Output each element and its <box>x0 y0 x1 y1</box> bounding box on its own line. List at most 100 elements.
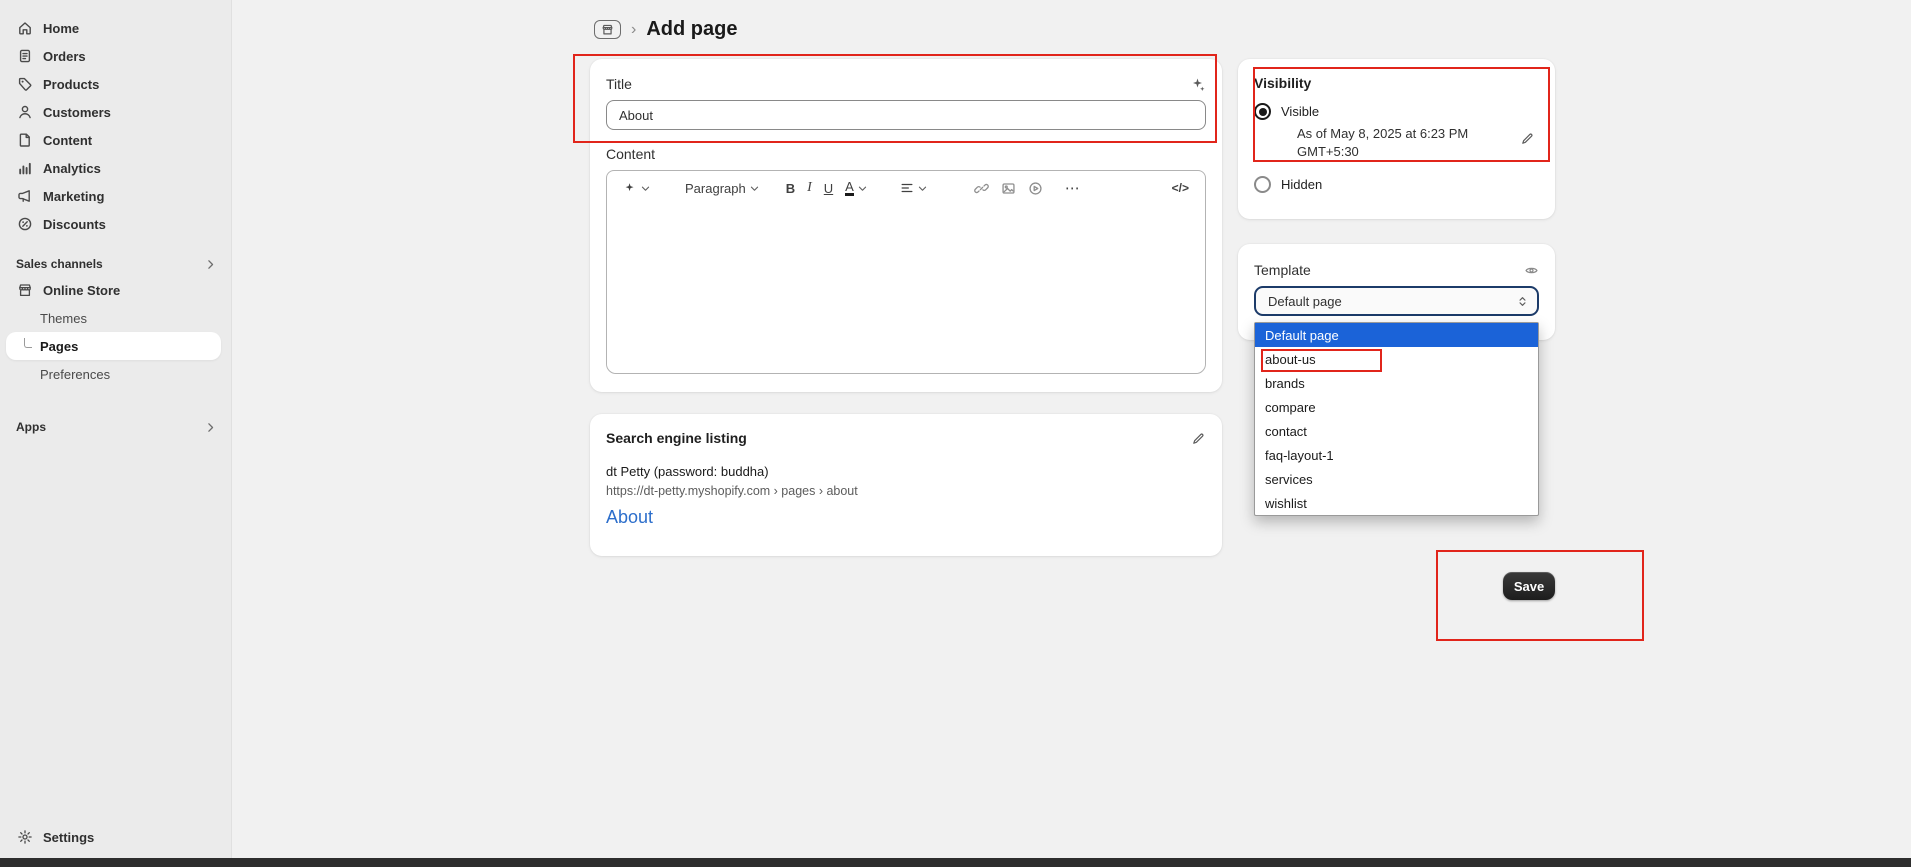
seo-page-title-link[interactable]: About <box>606 507 1206 528</box>
sidebar-item-analytics[interactable]: Analytics <box>0 154 231 182</box>
template-option-brands[interactable]: brands <box>1255 371 1538 395</box>
ai-assist-button[interactable] <box>617 175 657 201</box>
bold-button[interactable]: B <box>780 175 801 201</box>
content-field-label: Content <box>606 146 1206 162</box>
radio-label: Hidden <box>1281 177 1322 192</box>
sidebar-item-label: Orders <box>43 49 86 64</box>
chevron-down-icon <box>640 183 651 194</box>
content-textarea[interactable] <box>607 205 1205 373</box>
breadcrumb: › Add page <box>594 18 737 41</box>
template-option-faq-layout-1[interactable]: faq-layout-1 <box>1255 443 1538 467</box>
seo-url: https://dt-petty.myshopify.com › pages ›… <box>606 484 1206 498</box>
video-icon <box>1028 181 1043 196</box>
visibility-card: Visibility Visible As of May 8, 2025 at … <box>1238 59 1555 219</box>
breadcrumb-separator: › <box>631 21 636 39</box>
paragraph-style-dropdown[interactable]: Paragraph <box>679 175 766 201</box>
radio-unselected-icon[interactable] <box>1254 176 1271 193</box>
insert-link-button[interactable] <box>968 175 995 201</box>
template-option-services[interactable]: services <box>1255 467 1538 491</box>
radio-selected-icon[interactable] <box>1254 103 1271 120</box>
home-icon <box>16 20 33 36</box>
sidebar-item-customers[interactable]: Customers <box>0 98 231 126</box>
magic-sparkle-icon[interactable] <box>1190 76 1206 92</box>
italic-button[interactable]: I <box>801 175 818 201</box>
visibility-heading: Visibility <box>1254 75 1539 91</box>
sidebar-item-home[interactable]: Home <box>0 14 231 42</box>
visibility-option-visible[interactable]: Visible <box>1254 103 1539 120</box>
template-heading: Template <box>1254 262 1311 278</box>
eye-icon[interactable] <box>1524 263 1539 278</box>
sidebar-item-pages[interactable]: Pages <box>6 332 221 360</box>
underline-button[interactable]: U <box>818 175 839 201</box>
sidebar-item-settings[interactable]: Settings <box>0 823 231 851</box>
chevron-down-icon <box>917 183 928 194</box>
page-details-card: Title Content Paragraph B I U A <box>590 59 1222 392</box>
sidebar-item-label: Marketing <box>43 189 104 204</box>
title-input[interactable] <box>606 100 1206 130</box>
discounts-icon <box>16 216 33 232</box>
image-icon <box>1001 181 1016 196</box>
sidebar-item-products[interactable]: Products <box>0 70 231 98</box>
title-field-label: Title <box>606 76 632 92</box>
template-option-wishlist[interactable]: wishlist <box>1255 491 1538 515</box>
customers-icon <box>16 104 33 120</box>
show-html-button[interactable]: </> <box>1166 175 1195 201</box>
sidebar: Home Orders Products Customers Content A… <box>0 0 232 867</box>
more-options-button[interactable]: ⋯ <box>1059 175 1087 201</box>
online-store-chip-icon[interactable] <box>594 20 621 39</box>
insert-image-button[interactable] <box>995 175 1022 201</box>
save-button[interactable]: Save <box>1503 572 1555 600</box>
sidebar-item-discounts[interactable]: Discounts <box>0 210 231 238</box>
sidebar-item-label: Discounts <box>43 217 106 232</box>
text-color-label: A <box>845 180 854 196</box>
template-option-default-page[interactable]: Default page <box>1255 323 1538 347</box>
template-option-about-us[interactable]: about-us <box>1255 347 1538 371</box>
chevron-right-icon <box>204 258 217 271</box>
sidebar-item-marketing[interactable]: Marketing <box>0 182 231 210</box>
sidebar-item-label: Settings <box>43 830 94 845</box>
sidebar-item-online-store[interactable]: Online Store <box>0 276 231 304</box>
gear-icon <box>16 829 33 845</box>
sidebar-item-content[interactable]: Content <box>0 126 231 154</box>
marketing-icon <box>16 188 33 204</box>
select-updown-icon <box>1516 295 1529 308</box>
sidebar-item-label: Pages <box>40 339 78 354</box>
search-engine-listing-card: Search engine listing dt Petty (password… <box>590 414 1222 556</box>
visibility-date-line1: As of May 8, 2025 at 6:23 PM <box>1297 126 1539 142</box>
analytics-icon <box>16 160 33 176</box>
sidebar-item-label: Home <box>43 21 79 36</box>
align-left-icon <box>900 181 914 195</box>
seo-site-name: dt Petty (password: buddha) <box>606 464 1206 479</box>
insert-video-button[interactable] <box>1022 175 1049 201</box>
visibility-option-hidden[interactable]: Hidden <box>1254 176 1539 193</box>
sidebar-section-sales-channels[interactable]: Sales channels <box>0 252 231 276</box>
template-select[interactable]: Default page <box>1254 286 1539 316</box>
sidebar-section-apps[interactable]: Apps <box>0 415 231 439</box>
rich-text-editor: Paragraph B I U A <box>606 170 1206 374</box>
template-option-contact[interactable]: contact <box>1255 419 1538 443</box>
chevron-right-icon <box>204 421 217 434</box>
template-select-value: Default page <box>1268 294 1342 309</box>
editor-toolbar: Paragraph B I U A <box>607 171 1205 205</box>
products-icon <box>16 76 33 92</box>
edit-pencil-icon[interactable] <box>1191 431 1206 446</box>
sidebar-item-preferences[interactable]: Preferences <box>0 360 231 388</box>
sidebar-item-orders[interactable]: Orders <box>0 42 231 70</box>
section-header-label: Sales channels <box>16 257 103 271</box>
edit-pencil-icon[interactable] <box>1520 131 1535 146</box>
alignment-dropdown[interactable] <box>894 175 934 201</box>
radio-label: Visible <box>1281 104 1319 119</box>
sidebar-item-label: Products <box>43 77 99 92</box>
paragraph-style-label: Paragraph <box>685 181 746 196</box>
sidebar-item-label: Online Store <box>43 283 120 298</box>
sidebar-item-themes[interactable]: Themes <box>0 304 231 332</box>
template-option-compare[interactable]: compare <box>1255 395 1538 419</box>
content-icon <box>16 132 33 148</box>
seo-card-heading: Search engine listing <box>606 430 747 446</box>
orders-icon <box>16 48 33 64</box>
sidebar-item-label: Themes <box>40 311 87 326</box>
section-header-label: Apps <box>16 420 46 434</box>
sidebar-item-label: Content <box>43 133 92 148</box>
page-title: Add page <box>646 18 737 41</box>
text-color-dropdown[interactable]: A <box>839 175 874 201</box>
